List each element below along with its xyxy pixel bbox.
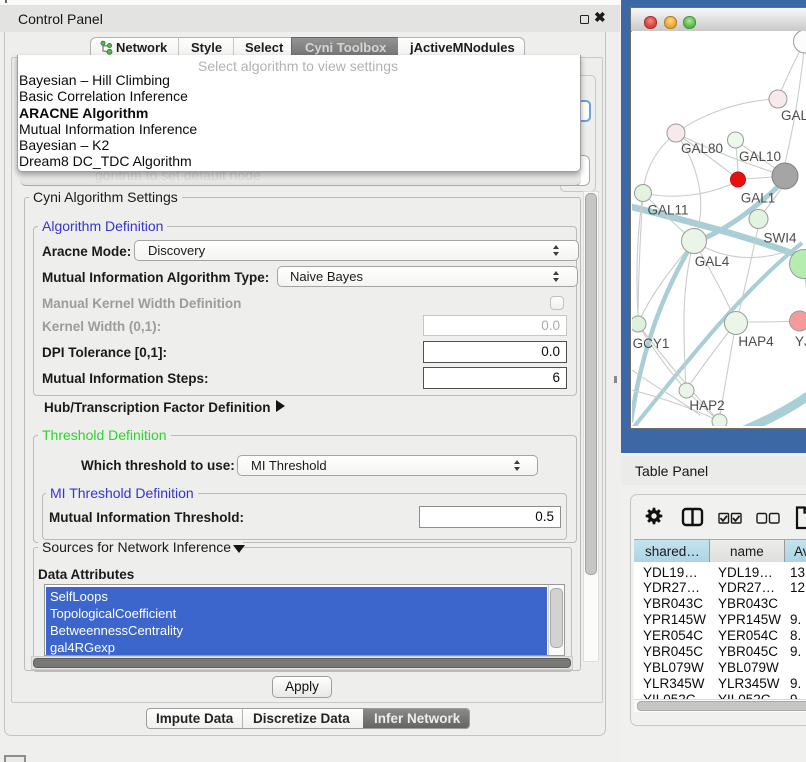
svg-text:YJL: YJL: [795, 334, 806, 349]
svg-text:HAP2: HAP2: [689, 398, 724, 413]
svg-text:GAL10: GAL10: [739, 149, 781, 164]
svg-text:HAP4: HAP4: [738, 334, 774, 349]
svg-text:GAL80: GAL80: [681, 141, 723, 156]
svg-text:GCY1: GCY1: [633, 336, 670, 351]
svg-text:GAL4: GAL4: [695, 254, 730, 269]
svg-text:GAL11: GAL11: [647, 203, 688, 218]
svg-text:SWI4: SWI4: [763, 231, 796, 246]
svg-text:GAL7: GAL7: [781, 108, 806, 123]
svg-text:GAL1: GAL1: [741, 191, 776, 206]
